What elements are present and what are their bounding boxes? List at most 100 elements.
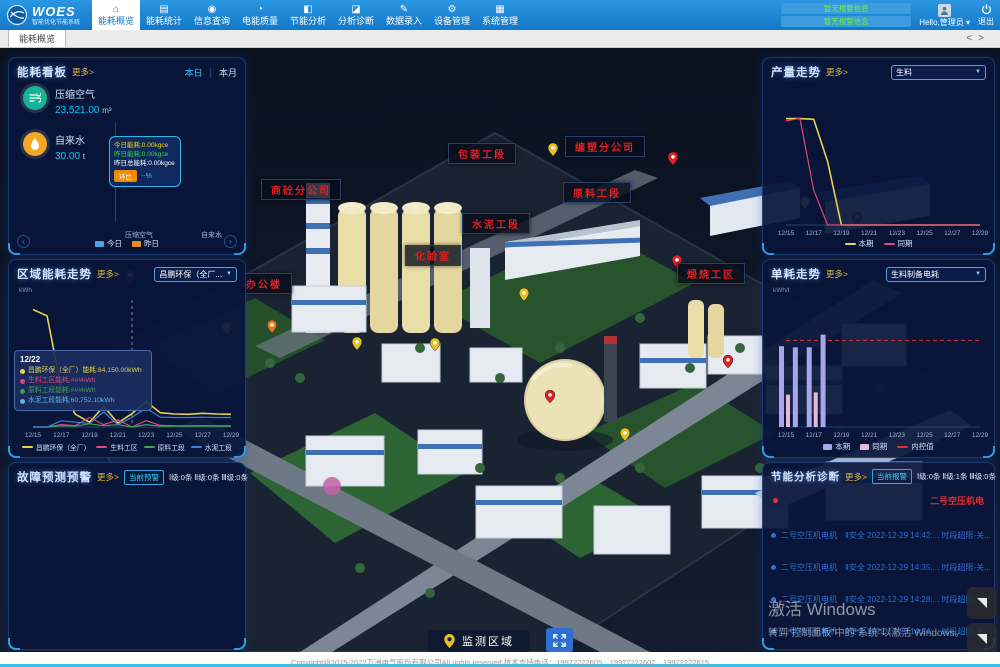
panel-title: 节能分析诊断 (771, 469, 840, 484)
avatar (938, 4, 951, 17)
nav-item-saving-analysis[interactable]: ◧ 节能分析 (284, 0, 332, 30)
map-label-weaving-branch[interactable]: 编塑分公司 (565, 136, 645, 157)
diagnosis-icon: ◪ (351, 5, 360, 15)
svg-text:12/25: 12/25 (916, 432, 933, 439)
more-link[interactable]: 更多> (97, 268, 119, 280)
ratio-badge: 环比 (114, 170, 137, 182)
nav-item-diagnosis[interactable]: ◪ 分析诊断 (332, 0, 380, 30)
nav-item-stats[interactable]: ▤ 能耗统计 (140, 0, 188, 30)
alarm-banner[interactable]: 暂无报警信息 (781, 3, 911, 14)
map-label-raw-material-section[interactable]: 原料工段 (563, 182, 631, 203)
user-menu[interactable]: Hello,管理员 ▾ (919, 4, 970, 27)
map-pin[interactable] (620, 428, 630, 446)
panel-fault-warning: 故障预测预警 更多> 当前预警 Ⅰ级:0条 Ⅱ级:0条 Ⅲ级:0条 (8, 462, 246, 650)
map-label-calcining-area[interactable]: 煅烧工区 (677, 263, 745, 284)
more-link[interactable]: 更多> (72, 66, 94, 78)
legend-item: 同期 (860, 441, 887, 452)
nav-item-system-mgmt[interactable]: ▦ 系统管理 (476, 0, 524, 30)
map-label-cement-section[interactable]: 水泥工段 (462, 213, 530, 234)
map-pin[interactable] (519, 288, 529, 306)
alarm-row[interactable]: 二号空压机电机 Ⅱ安全 2022-12-29 14:42:... 时段超限-关.… (763, 530, 994, 541)
tab-energy-overview[interactable]: 能耗概览 (8, 29, 66, 47)
panel-collapse-button[interactable] (967, 623, 997, 652)
unit-selector[interactable]: 生料制备电耗▼ (886, 267, 986, 282)
page-footer: Copyright@2015-2022万洲电气股份有限公司All rights … (0, 652, 1000, 667)
map-pin[interactable] (545, 390, 555, 408)
energy-item-value: 23,521.00 m³ (55, 105, 112, 116)
nav-item-device-mgmt[interactable]: ⚙ 设备管理 (428, 0, 476, 30)
current-warning-button[interactable]: 当前预警 (124, 470, 164, 485)
nav-item-power-quality[interactable]: ◔ 电能质量 (236, 0, 284, 30)
current-alarm-button[interactable]: 当前报警 (872, 469, 912, 484)
next-arrow-button[interactable]: › (224, 235, 237, 248)
alarm-row[interactable]: 二号空压机电机 Ⅱ安全 2022-12-29 14:28:... 时段超限-关.… (763, 594, 994, 605)
svg-text:12/27: 12/27 (944, 230, 961, 237)
globe-logo-icon (6, 4, 28, 26)
edit-icon: ✎ (400, 5, 408, 15)
panel-production-trend: 产量走势 更多> 生料▼ 12/1512/1712/1912/2112/2312… (762, 57, 995, 255)
map-label-laboratory[interactable]: 化验室 (405, 245, 461, 266)
greeting-text: Hello,管理员 ▾ (919, 19, 970, 27)
svg-text:12/27: 12/27 (944, 432, 961, 439)
map-pin[interactable] (723, 355, 733, 373)
svg-text:12/25: 12/25 (916, 230, 933, 237)
map-pin[interactable] (352, 337, 362, 355)
svg-text:12/15: 12/15 (25, 432, 42, 439)
energy-item[interactable]: 自来水 30.00 t (23, 132, 85, 162)
alarm-row[interactable]: 二号空压机电机 Ⅱ安全 2022-12-29 14:35:... 时段超限-关.… (763, 562, 994, 573)
prev-arrow-button[interactable]: ‹ (17, 235, 30, 248)
alarm-banner[interactable]: 暂无报警信息 (781, 16, 911, 27)
more-link[interactable]: 更多> (826, 268, 848, 280)
more-link[interactable]: 更多> (826, 66, 848, 78)
tab-scroll-arrows[interactable]: <> (966, 33, 990, 44)
home-icon: ⌂ (113, 5, 119, 15)
blue-dot-icon (771, 597, 776, 602)
alarm-marquee: 二号空压机电 (763, 486, 994, 509)
fullscreen-button[interactable] (546, 628, 573, 652)
region-selector[interactable]: 昌鹏环保（全厂...▼ (154, 267, 237, 282)
region-tooltip: 12/22 昌鹏环保（全厂）能耗:84,150.00kWh生料工区能耗:###k… (14, 350, 152, 411)
map-pin[interactable] (267, 320, 277, 338)
map-pin[interactable] (548, 143, 558, 161)
panel-title: 能耗看板 (17, 64, 67, 80)
panel-unit-trend: 单耗走势 更多> 生料制备电耗▼ kWh/t 12/1512/1712/1912… (762, 259, 995, 458)
svg-text:12/19: 12/19 (81, 432, 98, 439)
panel-collapse-button[interactable] (967, 587, 997, 619)
legend-item: 原料工段 (144, 442, 185, 452)
header-right: 暂无报警信息 暂无报警信息 Hello,管理员 ▾ 退出 (781, 0, 1000, 30)
tooltip-line: 昨日总能耗:0.00kgce (114, 159, 176, 168)
alarm-row[interactable]: 二号空压机电机 Ⅱ安全 2022-12-29 14:24:... 时段超限-关.… (763, 626, 994, 637)
system-icon: ▦ (495, 5, 504, 15)
bar-chart-icon: ▤ (159, 5, 168, 15)
map-pin[interactable] (430, 338, 440, 356)
chevron-down-icon: ▼ (226, 271, 232, 277)
production-selector[interactable]: 生料▼ (891, 65, 986, 80)
nav-item-data-entry[interactable]: ✎ 数据录入 (380, 0, 428, 30)
marquee-text: 二号空压机电 (930, 494, 984, 507)
expand-icon (553, 634, 566, 647)
more-link[interactable]: 更多> (97, 471, 119, 483)
logo-subtitle: 智能优化节能系统 (32, 20, 80, 26)
more-link[interactable]: 更多> (845, 471, 867, 483)
energy-tooltip: 今日能耗:0.00kgce昨日能耗:0.00kgce昨日总能耗:0.00kgce… (109, 136, 181, 187)
nav-label: 系统管理 (482, 16, 518, 26)
app-logo: WOES 智能优化节能系统 (0, 0, 92, 30)
copyright-text: Copyright@2015-2022万洲电气股份有限公司All rights … (291, 658, 709, 667)
monitor-area-button[interactable]: 监测区域 (428, 630, 530, 652)
logout-button[interactable]: 退出 (978, 4, 994, 27)
location-pin-icon (352, 337, 362, 350)
tooltip-date: 12/22 (20, 355, 146, 364)
range-tab-today[interactable]: 本日 (185, 66, 203, 79)
map-label-packing-section[interactable]: 包装工段 (448, 143, 516, 164)
chevron-down-icon: ▼ (975, 271, 981, 277)
nav-item-overview[interactable]: ⌂ 能耗概览 (92, 0, 140, 30)
analysis-icon: ◧ (303, 5, 312, 15)
location-pin-icon (723, 355, 733, 368)
nav-item-info-query[interactable]: ◉ 信息查询 (188, 0, 236, 30)
tap-water-icon (23, 132, 47, 156)
energy-item[interactable]: 压缩空气 23,521.00 m³ (23, 86, 112, 116)
range-tab-month[interactable]: 本月 (219, 66, 237, 79)
svg-text:12/17: 12/17 (53, 432, 70, 439)
map-pin[interactable] (668, 152, 678, 170)
map-label-concrete-branch[interactable]: 商砼分公司 (261, 179, 341, 200)
